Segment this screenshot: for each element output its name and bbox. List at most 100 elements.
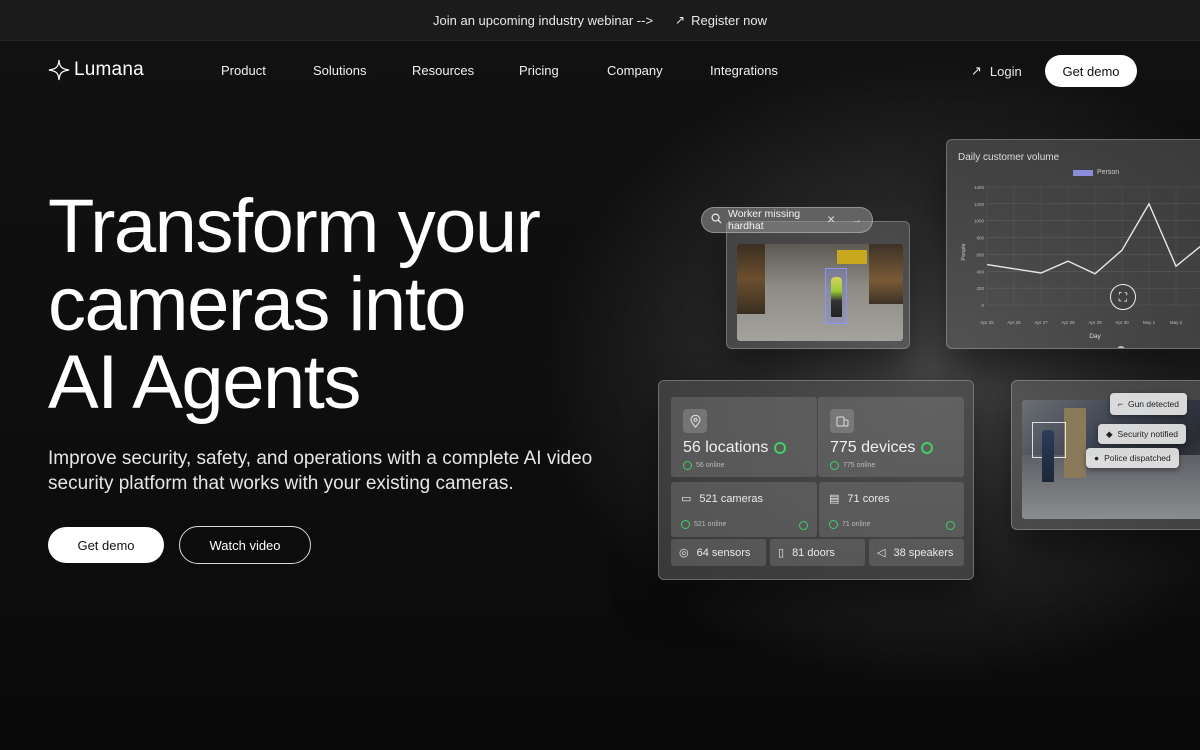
announcement-bar: Join an upcoming industry webinar --> ↗ … bbox=[0, 0, 1200, 41]
carousel-dot[interactable] bbox=[1117, 346, 1125, 348]
hero-get-demo-button[interactable]: Get demo bbox=[48, 527, 164, 563]
status-ring-icon bbox=[799, 521, 808, 530]
search-icon bbox=[711, 213, 722, 227]
logo[interactable]: Lumana bbox=[48, 59, 144, 81]
cameras-card: ▭ 521 cameras 521 online bbox=[671, 482, 817, 537]
online-check-icon bbox=[681, 520, 690, 529]
cameras-count: 521 cameras bbox=[699, 492, 763, 505]
nav-link-integrations[interactable]: Integrations bbox=[710, 63, 778, 78]
y-tick-label: 1200 bbox=[974, 202, 985, 207]
cores-count: 71 cores bbox=[847, 492, 890, 505]
x-tick-label: Apr 29 bbox=[1088, 320, 1102, 325]
arrow-up-right-icon: ↗ bbox=[675, 13, 686, 27]
bell-icon: ◆ bbox=[1106, 428, 1113, 439]
locations-online: 56 online bbox=[696, 462, 725, 469]
sensors-count: 64 sensors bbox=[696, 546, 751, 559]
gun-detected-label: Gun detected bbox=[1127, 399, 1180, 409]
doors-count: 81 doors bbox=[792, 546, 835, 559]
police-icon: ● bbox=[1094, 453, 1100, 463]
worker-camera-panel bbox=[726, 221, 910, 349]
person-detect-icon: ⛶ bbox=[1110, 284, 1136, 310]
nav-link-product[interactable]: Product bbox=[221, 63, 313, 78]
hero-subtitle: Improve security, safety, and operations… bbox=[48, 446, 608, 496]
locations-count: 56 locations bbox=[683, 439, 769, 456]
x-tick-label: Apr 28 bbox=[1061, 320, 1075, 325]
online-check-icon bbox=[830, 461, 839, 470]
door-icon: ▯ bbox=[778, 547, 785, 559]
police-dispatched-alert: ● Police dispatched bbox=[1086, 448, 1179, 468]
main-nav: Lumana Product Solutions Resources Prici… bbox=[0, 41, 1200, 101]
devices-icon bbox=[830, 409, 854, 433]
gun-detection-panel: ⌐ Gun detected ◆ Security notified ● Pol… bbox=[1011, 380, 1200, 530]
detection-box bbox=[825, 268, 847, 324]
hero-title-line: Transform your bbox=[48, 184, 541, 269]
ai-search-pill[interactable]: Worker missing hardhat ✕ → bbox=[701, 207, 873, 233]
device-stats-panel: 56 locations 56 online 775 devices 775 o… bbox=[658, 380, 974, 580]
speakers-count: 38 speakers bbox=[893, 546, 954, 559]
online-check-icon bbox=[683, 461, 692, 470]
y-tick-label: 0 bbox=[981, 303, 984, 308]
y-tick-label: 1000 bbox=[974, 219, 985, 224]
logo-text: Lumana bbox=[74, 59, 144, 80]
video-camera-icon: ▭ bbox=[681, 493, 692, 505]
police-dispatched-label: Police dispatched bbox=[1104, 453, 1171, 463]
sensor-icon: ◎ bbox=[679, 547, 689, 559]
speakers-card: ◁ 38 speakers bbox=[869, 539, 964, 566]
x-tick-label: Apr 26 bbox=[1007, 320, 1021, 325]
login-link[interactable]: ↗ Login bbox=[971, 63, 1022, 79]
y-axis-label: People bbox=[961, 243, 967, 260]
map-pin-icon bbox=[683, 409, 707, 433]
register-link[interactable]: ↗ Register now bbox=[675, 13, 767, 28]
arrow-up-right-icon: ↗ bbox=[971, 63, 982, 78]
locations-card: 56 locations 56 online bbox=[671, 397, 817, 477]
status-ring-icon bbox=[946, 521, 955, 530]
security-notified-alert: ◆ Security notified bbox=[1098, 424, 1187, 444]
devices-card: 775 devices 775 online bbox=[818, 397, 964, 477]
logo-sparkle-icon bbox=[48, 59, 70, 81]
nav-link-resources[interactable]: Resources bbox=[412, 63, 519, 78]
server-icon: ▤ bbox=[829, 493, 840, 505]
sensors-card: ◎ 64 sensors bbox=[671, 539, 766, 566]
search-query: Worker missing hardhat bbox=[728, 208, 801, 232]
x-axis-label: Day bbox=[1089, 333, 1101, 340]
x-tick-label: May 2 bbox=[1170, 320, 1183, 325]
hero-subtitle-line: Improve security, safety, and operations… bbox=[48, 448, 593, 469]
devices-count: 775 devices bbox=[830, 439, 916, 456]
gun-icon: ⌐ bbox=[1118, 399, 1123, 409]
online-check-icon bbox=[829, 520, 838, 529]
warehouse-camera-feed bbox=[737, 244, 903, 341]
x-tick-label: Apr 27 bbox=[1034, 320, 1048, 325]
security-notified-label: Security notified bbox=[1117, 429, 1179, 439]
webinar-link[interactable]: Join an upcoming industry webinar --> bbox=[433, 13, 653, 28]
customer-volume-chart-panel: Daily customer volume Person 1400 1200 100… bbox=[946, 139, 1200, 349]
cores-online: 71 online bbox=[842, 521, 871, 528]
hero-title: Transform your cameras into AI Agents bbox=[48, 188, 628, 422]
y-tick-label: 200 bbox=[976, 286, 984, 291]
watch-video-button[interactable]: Watch video bbox=[179, 526, 311, 564]
arrow-right-icon[interactable]: → bbox=[852, 214, 863, 226]
nav-link-company[interactable]: Company bbox=[607, 63, 710, 78]
x-tick-label: Apr 30 bbox=[1115, 320, 1129, 325]
status-ring-icon bbox=[921, 442, 934, 454]
cores-card: ▤ 71 cores 71 online bbox=[819, 482, 964, 537]
y-tick-label: 1400 bbox=[974, 185, 985, 190]
cameras-online: 521 online bbox=[694, 521, 727, 528]
y-tick-label: 400 bbox=[976, 269, 984, 274]
line-chart: 1400 1200 1000 800 600 400 200 0 Apr 25 Apr 26 Apr… bbox=[961, 185, 1200, 340]
suspect-figure bbox=[1042, 430, 1054, 482]
speaker-icon: ◁ bbox=[877, 547, 886, 559]
hero-title-line: cameras into bbox=[48, 262, 467, 347]
nav-link-solutions[interactable]: Solutions bbox=[313, 63, 412, 78]
devices-online: 775 online bbox=[843, 462, 876, 469]
login-label: Login bbox=[989, 63, 1022, 79]
worker-figure bbox=[831, 277, 842, 317]
nav-link-pricing[interactable]: Pricing bbox=[519, 63, 607, 78]
x-tick-label: Apr 25 bbox=[980, 320, 994, 325]
y-tick-label: 800 bbox=[976, 236, 984, 241]
series-line bbox=[986, 202, 1200, 275]
nav-get-demo-button[interactable]: Get demo bbox=[1045, 55, 1137, 87]
close-icon[interactable]: ✕ bbox=[827, 214, 836, 226]
register-label: Register now bbox=[691, 12, 767, 28]
nav-links: Product Solutions Resources Pricing Comp… bbox=[221, 63, 778, 78]
hero-title-line: AI Agents bbox=[48, 340, 361, 425]
